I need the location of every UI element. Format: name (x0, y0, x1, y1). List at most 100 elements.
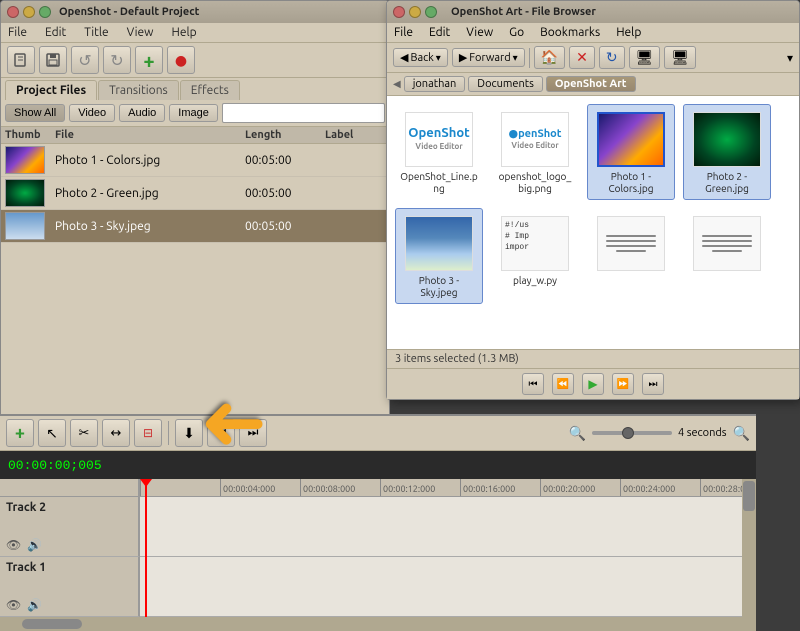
undo-button[interactable]: ↺ (71, 46, 99, 74)
fb-menu-view[interactable]: View (463, 25, 496, 40)
tl-import-button[interactable]: ⬇ (175, 419, 203, 447)
tab-project-files[interactable]: Project Files (5, 80, 97, 100)
filter-audio[interactable]: Audio (119, 104, 165, 122)
filter-video[interactable]: Video (69, 104, 115, 122)
fb-back-button[interactable]: ◀ Back ▾ (393, 48, 448, 67)
track-2-eye-icon[interactable]: 👁 (6, 538, 21, 552)
file-length-1: 00:05:00 (245, 154, 325, 167)
maximize-button[interactable] (39, 6, 51, 18)
fb-item-python[interactable]: #!/us# Impimpor play_w.py (491, 208, 579, 304)
zoom-out-icon[interactable]: 🔍 (569, 425, 586, 442)
fb-item-textfile1[interactable] (587, 208, 675, 304)
zoom-in-icon[interactable]: 🔍 (733, 425, 750, 442)
tl-start-button[interactable]: ⏮ (207, 419, 235, 447)
tl-end-button[interactable]: ⏭ (239, 419, 267, 447)
fb-menu-go[interactable]: Go (506, 25, 527, 40)
fb-max-button[interactable] (425, 6, 437, 18)
playhead-triangle (140, 479, 152, 487)
close-button[interactable] (7, 6, 19, 18)
fb-forward-button[interactable]: ▶ Forward ▾ (452, 48, 525, 67)
add-track-button[interactable]: + (135, 46, 163, 74)
tab-transitions[interactable]: Transitions (98, 80, 179, 100)
col-file: File (55, 129, 245, 141)
fb-item-photo-colors[interactable]: Photo 1 - Colors.jpg (587, 104, 675, 200)
back-dropdown-icon: ▾ (436, 52, 441, 64)
filter-search-input[interactable] (222, 103, 385, 123)
fb-menu-edit[interactable]: Edit (426, 25, 453, 40)
file-row-3[interactable]: Photo 3 - Sky.jpeg 00:05:00 (1, 210, 389, 243)
fb-label-openshot-logo: openshot_logo_big.png (496, 171, 574, 195)
fb-file-grid: OpenShot Video Editor OpenShot_Line.png … (387, 96, 799, 349)
file-row-1[interactable]: Photo 1 - Colors.jpg 00:05:00 (1, 144, 389, 177)
bc-documents[interactable]: Documents (468, 76, 543, 92)
filter-bar: Show All Video Audio Image (1, 100, 389, 127)
bc-jonathan[interactable]: jonathan (404, 76, 466, 92)
fb-titlebar: OpenShot Art - File Browser (387, 1, 799, 23)
bc-openshot-art[interactable]: OpenShot Art (546, 76, 636, 92)
redo-button[interactable]: ↻ (103, 46, 131, 74)
main-window-title: OpenShot - Default Project (59, 6, 199, 18)
tl-link-button[interactable]: ↔ (102, 419, 130, 447)
fb-item-openshot-line[interactable]: OpenShot Video Editor OpenShot_Line.png (395, 104, 483, 200)
menu-help[interactable]: Help (168, 25, 199, 40)
fb-item-photo-sky[interactable]: Photo 3 - Sky.jpeg (395, 208, 483, 304)
project-tabs: Project Files Transitions Effects (1, 78, 389, 100)
timeline-scrollbar-v[interactable] (742, 479, 756, 617)
fb-refresh-button[interactable]: ↻ (599, 46, 625, 69)
fb-step-forward-button[interactable]: ⏩ (612, 373, 634, 395)
scrollbar-thumb-v (743, 481, 755, 511)
fb-play-button[interactable]: ▶ (582, 373, 604, 395)
fb-item-openshot-logo[interactable]: ●penShot Video Editor openshot_logo_big.… (491, 104, 579, 200)
filter-show-all[interactable]: Show All (5, 104, 65, 122)
fb-options-icon[interactable]: ▾ (787, 51, 793, 65)
new-button[interactable] (7, 46, 35, 74)
ruler-tick-1: 00:00:04:000 (220, 479, 275, 496)
fb-network-button[interactable]: 🖥 (664, 46, 696, 69)
ruler-tick-5: 00:00:20:000 (540, 479, 595, 496)
tab-effects[interactable]: Effects (180, 80, 240, 100)
scrollbar-thumb-h (22, 619, 82, 629)
track-1-content[interactable] (140, 557, 756, 617)
fb-menu-bar: File Edit View Go Bookmarks Help (387, 23, 799, 43)
filter-image[interactable]: Image (169, 104, 218, 122)
track-2-mute-icon[interactable]: 🔊 (27, 538, 42, 552)
zoom-slider[interactable] (592, 431, 672, 435)
fb-min-button[interactable] (409, 6, 421, 18)
fb-item-photo-green[interactable]: Photo 2 - Green.jpg (683, 104, 771, 200)
fb-menu-bookmarks[interactable]: Bookmarks (537, 25, 603, 40)
track-2-content[interactable] (140, 497, 756, 557)
fb-skip-end-button[interactable]: ⏭ (642, 373, 664, 395)
fb-computer-button[interactable]: 🖥 (629, 46, 661, 69)
fb-item-textfile2[interactable] (683, 208, 771, 304)
fb-close-button[interactable] (393, 6, 405, 18)
timeline-scrollbar-h[interactable] (0, 617, 756, 631)
tl-cursor-button[interactable]: ↖ (38, 419, 66, 447)
tl-snap-button[interactable]: ⊟ (134, 419, 162, 447)
fb-menu-file[interactable]: File (391, 25, 416, 40)
record-button[interactable]: ● (167, 46, 195, 74)
fb-menu-help[interactable]: Help (613, 25, 644, 40)
forward-arrow-icon: ▶ (459, 51, 467, 64)
save-button[interactable] (39, 46, 67, 74)
fb-skip-start-button[interactable]: ⏮ (522, 373, 544, 395)
menu-view[interactable]: View (124, 25, 157, 40)
menu-title[interactable]: Title (81, 25, 111, 40)
tl-separator-1 (168, 421, 169, 445)
fb-home-button[interactable]: 🏠 (534, 46, 565, 69)
tl-add-button[interactable]: + (6, 419, 34, 447)
ruler-tick-2: 00:00:08:000 (300, 479, 355, 496)
file-name-3: Photo 3 - Sky.jpeg (55, 220, 245, 233)
minimize-button[interactable] (23, 6, 35, 18)
fb-step-back-button[interactable]: ⏪ (552, 373, 574, 395)
track-1-eye-icon[interactable]: 👁 (6, 598, 21, 612)
timeline-area: + ↖ ✂ ↔ ⊟ ⬇ ⏮ ⏭ 🔍 4 seconds 🔍 00:00:00;0… (0, 414, 756, 609)
tl-cut-button[interactable]: ✂ (70, 419, 98, 447)
bc-left-arrow[interactable]: ◀ (393, 78, 401, 90)
fb-window-controls (393, 6, 437, 18)
track-1-mute-icon[interactable]: 🔊 (27, 598, 42, 612)
file-row-2[interactable]: Photo 2 - Green.jpg 00:05:00 (1, 177, 389, 210)
menu-file[interactable]: File (5, 25, 30, 40)
fb-stop-button[interactable]: ✕ (569, 46, 595, 69)
playhead[interactable] (145, 479, 147, 617)
menu-edit[interactable]: Edit (42, 25, 69, 40)
